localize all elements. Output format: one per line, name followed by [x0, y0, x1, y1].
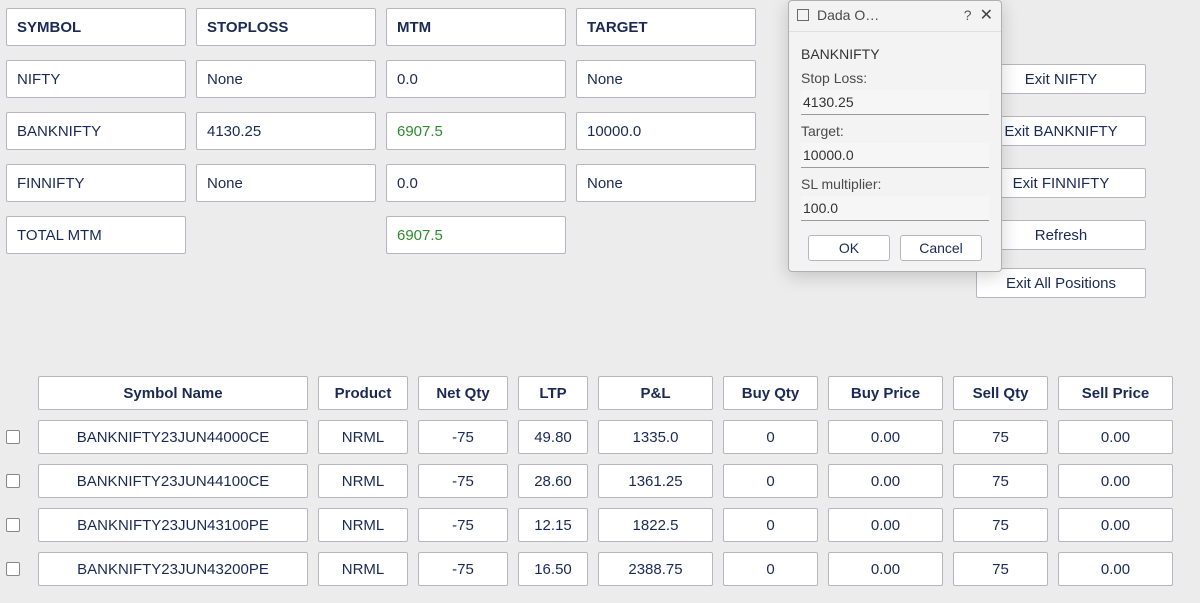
cell-pnl: 1822.5 [598, 508, 713, 542]
slmultiplier-input[interactable] [801, 196, 989, 221]
cancel-button[interactable]: Cancel [900, 235, 982, 261]
header-stoploss: STOPLOSS [196, 8, 376, 46]
label-slmultiplier: SL multiplier: [801, 176, 989, 192]
cell-buy-qty: 0 [723, 420, 818, 454]
col-symbol-name: Symbol Name [38, 376, 308, 410]
cell-symbol-name: BANKNIFTY23JUN43100PE [38, 508, 308, 542]
cell-net-qty: -75 [418, 420, 508, 454]
cell-sell-price: 0.00 [1058, 508, 1173, 542]
header-mtm: MTM [386, 8, 566, 46]
row-checkbox[interactable] [6, 562, 20, 576]
col-buy-price: Buy Price [828, 376, 943, 410]
label-target: Target: [801, 123, 989, 139]
cell-sell-qty: 75 [953, 464, 1048, 498]
cell-buy-price: 0.00 [828, 420, 943, 454]
cell-product: NRML [318, 552, 408, 586]
cell-product: NRML [318, 464, 408, 498]
cell-mtm: 0.0 [386, 164, 566, 202]
header-target: TARGET [576, 8, 756, 46]
cell-net-qty: -75 [418, 508, 508, 542]
cell-symbol: NIFTY [6, 60, 186, 98]
cell-stoploss: None [196, 60, 376, 98]
cell-sell-qty: 75 [953, 552, 1048, 586]
col-ltp: LTP [518, 376, 588, 410]
cell-product: NRML [318, 508, 408, 542]
col-sell-price: Sell Price [1058, 376, 1173, 410]
cell-target: None [576, 164, 756, 202]
table-row: BANKNIFTY23JUN43200PE NRML -75 16.50 238… [6, 552, 1200, 586]
cell-ltp: 12.15 [518, 508, 588, 542]
cell-buy-price: 0.00 [828, 508, 943, 542]
cell-sell-qty: 75 [953, 420, 1048, 454]
cell-ltp: 49.80 [518, 420, 588, 454]
cell-symbol: FINNIFTY [6, 164, 186, 202]
cell-sell-qty: 75 [953, 508, 1048, 542]
col-net-qty: Net Qty [418, 376, 508, 410]
cell-sell-price: 0.00 [1058, 420, 1173, 454]
table-row: BANKNIFTY23JUN44100CE NRML -75 28.60 136… [6, 464, 1200, 498]
positions-header-row: Symbol Name Product Net Qty LTP P&L Buy … [6, 376, 1200, 410]
exit-all-positions-button[interactable]: Exit All Positions [976, 268, 1146, 298]
row-checkbox[interactable] [6, 474, 20, 488]
cell-buy-price: 0.00 [828, 464, 943, 498]
label-stoploss: Stop Loss: [801, 70, 989, 86]
help-icon[interactable]: ? [964, 7, 972, 23]
stoploss-target-dialog: Dada O… ? ✕ BANKNIFTY Stop Loss: Target:… [788, 0, 1002, 272]
cell-net-qty: -75 [418, 552, 508, 586]
cell-symbol: BANKNIFTY [6, 112, 186, 150]
cell-sell-price: 0.00 [1058, 464, 1173, 498]
cell-target: None [576, 60, 756, 98]
header-symbol: SYMBOL [6, 8, 186, 46]
positions-table: Symbol Name Product Net Qty LTP P&L Buy … [0, 376, 1200, 586]
cell-mtm: 6907.5 [386, 112, 566, 150]
cell-stoploss: None [196, 164, 376, 202]
table-row: BANKNIFTY23JUN43100PE NRML -75 12.15 182… [6, 508, 1200, 542]
cell-stoploss: 4130.25 [196, 112, 376, 150]
cell-buy-qty: 0 [723, 552, 818, 586]
cell-symbol-name: BANKNIFTY23JUN43200PE [38, 552, 308, 586]
cell-pnl: 1335.0 [598, 420, 713, 454]
row-checkbox[interactable] [6, 430, 20, 444]
table-row: BANKNIFTY23JUN44000CE NRML -75 49.80 133… [6, 420, 1200, 454]
cell-ltp: 16.50 [518, 552, 588, 586]
dialog-title-text: Dada O… [817, 7, 956, 23]
cell-target: 10000.0 [576, 112, 756, 150]
dialog-titlebar[interactable]: Dada O… ? ✕ [789, 1, 1001, 27]
stoploss-input[interactable] [801, 90, 989, 115]
cell-total-mtm: 6907.5 [386, 216, 566, 254]
dialog-symbol: BANKNIFTY [801, 46, 989, 62]
cell-buy-price: 0.00 [828, 552, 943, 586]
col-sell-qty: Sell Qty [953, 376, 1048, 410]
cell-sell-price: 0.00 [1058, 552, 1173, 586]
summary-grid: SYMBOL STOPLOSS MTM TARGET NIFTY None 0.… [0, 0, 1200, 306]
ok-button[interactable]: OK [808, 235, 890, 261]
cell-mtm: 0.0 [386, 60, 566, 98]
close-icon[interactable]: ✕ [980, 5, 993, 25]
cell-buy-qty: 0 [723, 464, 818, 498]
cell-total-label: TOTAL MTM [6, 216, 186, 254]
cell-net-qty: -75 [418, 464, 508, 498]
cell-ltp: 28.60 [518, 464, 588, 498]
cell-symbol-name: BANKNIFTY23JUN44100CE [38, 464, 308, 498]
app-icon [797, 9, 809, 21]
cell-pnl: 1361.25 [598, 464, 713, 498]
col-product: Product [318, 376, 408, 410]
cell-buy-qty: 0 [723, 508, 818, 542]
cell-symbol-name: BANKNIFTY23JUN44000CE [38, 420, 308, 454]
target-input[interactable] [801, 143, 989, 168]
cell-product: NRML [318, 420, 408, 454]
cell-pnl: 2388.75 [598, 552, 713, 586]
col-buy-qty: Buy Qty [723, 376, 818, 410]
col-pnl: P&L [598, 376, 713, 410]
row-checkbox[interactable] [6, 518, 20, 532]
